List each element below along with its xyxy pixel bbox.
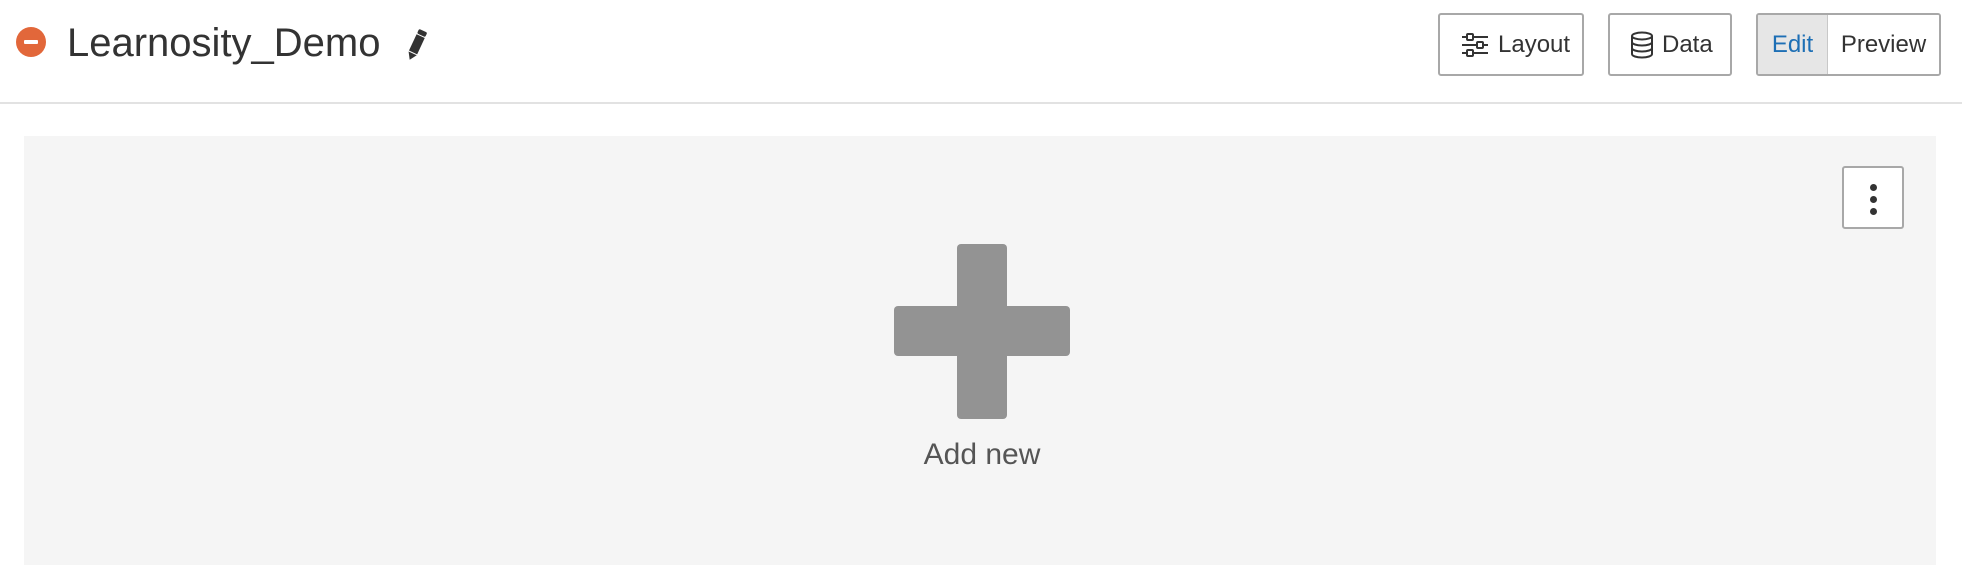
more-options-button[interactable] (1842, 166, 1904, 229)
remove-button[interactable] (16, 27, 46, 57)
add-new-label: Add new (923, 438, 1041, 471)
preview-mode-button[interactable]: Preview (1828, 15, 1939, 74)
mode-toggle: Edit Preview (1756, 13, 1941, 76)
add-new-button[interactable]: Add new (892, 244, 1072, 494)
header-bar: Learnosity_Demo Layout Data Edit Preview (0, 0, 1962, 104)
data-button[interactable]: Data (1608, 13, 1732, 76)
minus-circle-icon (24, 40, 38, 44)
edit-mode-button[interactable]: Edit (1758, 15, 1828, 74)
page-title: Learnosity_Demo (67, 21, 381, 65)
layout-button-label: Layout (1498, 30, 1571, 58)
database-icon (1630, 31, 1654, 59)
item-canvas: Add new (24, 136, 1936, 565)
pencil-icon (408, 29, 427, 60)
layout-button[interactable]: Layout (1438, 13, 1584, 76)
sliders-icon (1460, 32, 1490, 58)
edit-title-button[interactable] (402, 27, 430, 63)
data-button-label: Data (1662, 30, 1713, 58)
